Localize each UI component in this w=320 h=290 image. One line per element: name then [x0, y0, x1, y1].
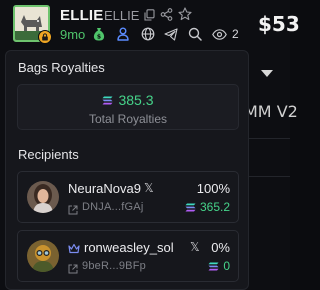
total-royalties-label: Total Royalties [88, 112, 168, 126]
token-name: ELLIE [60, 7, 104, 24]
recipient-amount-value: 365.2 [199, 200, 230, 214]
recipient-percent: 0% [211, 240, 230, 255]
royalties-popover: Bags Royalties 385.3 Total Royalties Rec… [5, 50, 249, 290]
copy-icon[interactable] [144, 9, 155, 21]
external-link-icon[interactable] [68, 261, 78, 279]
recipient-avatar[interactable] [27, 181, 59, 213]
eye-icon[interactable] [212, 29, 227, 40]
recipients-title: Recipients [18, 147, 79, 162]
solana-icon [208, 262, 219, 270]
user-icon[interactable] [117, 27, 129, 41]
recipient-card[interactable]: ronweasley_sol 𝕏 0% 9beR...9BFp 0 [17, 230, 239, 282]
token-age: 9mo [60, 27, 86, 42]
total-royalties-value: 385.3 [118, 92, 154, 108]
price-display: $53 [258, 12, 300, 36]
recipient-name[interactable]: NeuraNova9 [68, 181, 141, 196]
globe-icon[interactable] [141, 27, 155, 41]
star-icon[interactable] [178, 7, 192, 21]
recipient-percent: 100% [196, 181, 230, 196]
external-link-icon[interactable] [68, 202, 78, 220]
token-header: ELLIE ELLIE 9mo $ 2 [0, 0, 250, 48]
svg-text:$: $ [97, 34, 101, 41]
recipient-card[interactable]: NeuraNova9 𝕏 100% DNJA...fGAj 365.2 [17, 171, 239, 223]
recipient-address[interactable]: 9beR...9BFp [82, 260, 146, 272]
solana-icon [185, 203, 196, 211]
solana-icon [102, 96, 113, 104]
royalties-title: Bags Royalties [18, 60, 105, 75]
token-ticker: ELLIE [104, 8, 140, 23]
pool-label: MM V2 [244, 102, 298, 121]
recipient-avatar[interactable] [27, 240, 59, 272]
lock-icon [38, 30, 52, 44]
divider [246, 138, 290, 139]
divider [246, 176, 290, 177]
share-icon[interactable] [160, 8, 173, 21]
watchers-count: 2 [232, 27, 239, 41]
crown-icon [68, 241, 80, 259]
total-royalties-card: 385.3 Total Royalties [17, 84, 239, 130]
search-icon[interactable] [188, 27, 202, 41]
recipient-address[interactable]: DNJA...fGAj [82, 201, 144, 213]
x-icon[interactable]: 𝕏 [144, 181, 154, 195]
telegram-icon[interactable] [164, 28, 178, 41]
dropdown-caret-icon[interactable] [261, 70, 273, 77]
recipient-name[interactable]: ronweasley_sol [84, 240, 174, 255]
recipient-amount: 0 [208, 259, 230, 273]
recipient-amount: 365.2 [185, 200, 230, 214]
recipient-amount-value: 0 [223, 259, 230, 273]
x-icon[interactable]: 𝕏 [190, 240, 200, 254]
money-bag-icon[interactable]: $ [93, 27, 105, 41]
